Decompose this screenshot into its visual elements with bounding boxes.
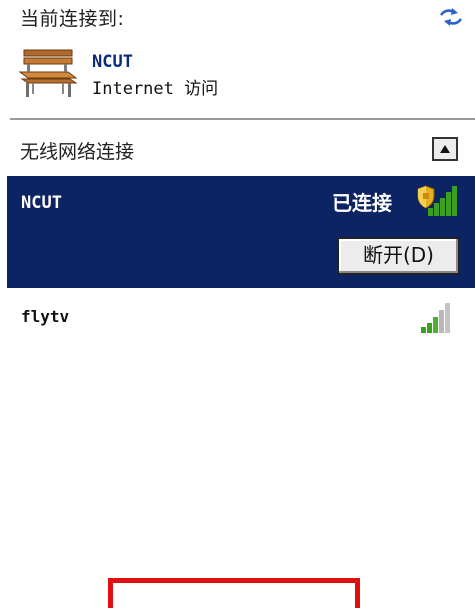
refresh-icon[interactable]: [438, 6, 464, 28]
header-title: 当前连接到:: [20, 8, 125, 30]
collapse-up-icon: [440, 145, 450, 153]
network-name: flytv: [21, 307, 70, 326]
collapse-button[interactable]: [432, 137, 458, 161]
current-network-access: Internet 访问: [92, 79, 219, 99]
divider: [10, 118, 475, 120]
current-network-name: NCUT: [92, 52, 133, 72]
disconnect-button[interactable]: 断开(D): [337, 237, 460, 275]
shield-icon: [416, 185, 436, 209]
bench-icon: [18, 42, 78, 100]
network-item-flytv[interactable]: flytv: [7, 293, 475, 343]
network-item-ncut[interactable]: NCUT 已连接 断开(D): [7, 176, 475, 288]
connection-status: 已连接: [332, 191, 392, 215]
section-title: 无线网络连接: [20, 141, 135, 163]
network-name: NCUT: [21, 193, 62, 213]
signal-strength-icon: [417, 299, 459, 335]
highlight-box: [108, 578, 360, 608]
